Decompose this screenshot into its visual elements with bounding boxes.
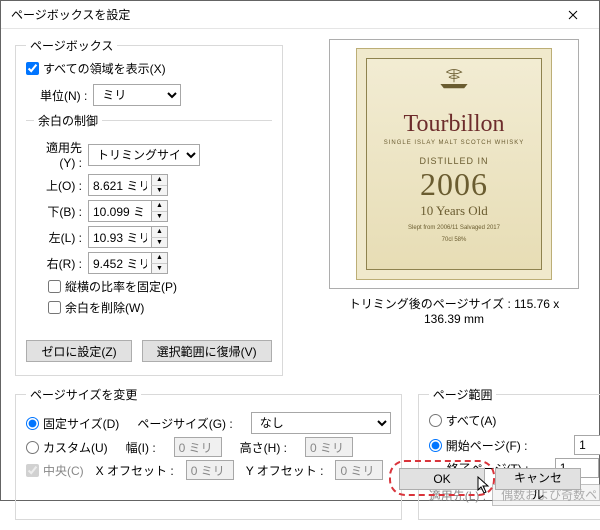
show-all-checkbox-input[interactable] [26, 62, 39, 75]
label-small2: 70cl 58% [371, 237, 537, 243]
fixed-size-radio[interactable]: 固定サイズ(D) [26, 415, 119, 432]
all-pages-radio[interactable]: すべて(A) [429, 412, 497, 429]
label-tag: SINGLE ISLAY MALT SCOTCH WHISKY [371, 140, 537, 146]
show-all-checkbox[interactable]: すべての領域を表示(X) [26, 60, 166, 77]
page-range-legend: ページ範囲 [429, 386, 497, 403]
page-boxes-legend: ページボックス [26, 37, 117, 54]
revert-button[interactable]: 選択範囲に復帰(V) [142, 340, 272, 362]
width-label: 幅(I) : [126, 439, 156, 456]
remove-margin-checkbox[interactable]: 余白を削除(W) [48, 299, 262, 316]
ok-button[interactable]: OK [399, 468, 485, 490]
zero-button[interactable]: ゼロに設定(Z) [26, 340, 131, 362]
start-page-radio[interactable]: 開始ページ(F) : [429, 437, 528, 454]
preview-box: Tourbillon SINGLE ISLAY MALT SCOTCH WHIS… [329, 39, 579, 289]
label-distilled: DISTILLED IN [371, 156, 537, 166]
yoffset-input[interactable] [335, 460, 383, 480]
height-label: 高さ(H) : [240, 439, 287, 456]
chevron-up-icon[interactable]: ▲ [151, 227, 167, 238]
constrain-checkbox-input[interactable] [48, 280, 61, 293]
left-label: 左(L) : [34, 229, 82, 246]
chevron-down-icon[interactable]: ▼ [151, 212, 167, 222]
chevron-up-icon[interactable]: ▲ [151, 201, 167, 212]
margin-group: 余白の制御 適用先(Y) : トリミングサイズ 上(O) : ▲▼ 下(B) : [26, 112, 272, 330]
page-boxes-group: ページボックス すべての領域を表示(X) 単位(N) : ミリ 余白の制御 適用… [15, 37, 283, 376]
custom-radio-input[interactable] [26, 441, 39, 454]
change-size-group: ページサイズを変更 固定サイズ(D) ページサイズ(G) : なし カスタム(U… [15, 386, 402, 520]
close-icon[interactable] [551, 2, 595, 28]
chevron-up-icon[interactable]: ▲ [151, 175, 167, 186]
bottom-label: 下(B) : [34, 203, 82, 220]
chevron-down-icon[interactable]: ▼ [151, 186, 167, 196]
right-label: 右(R) : [34, 255, 82, 272]
bottom-spinner[interactable]: ▲▼ [88, 200, 168, 222]
width-input[interactable] [174, 437, 222, 457]
remove-margin-checkbox-input[interactable] [48, 301, 61, 314]
start-page-radio-input[interactable] [429, 439, 442, 452]
label-small1: Slept from 2006/11 Salvaged 2017 [371, 225, 537, 231]
window-title: ページボックスを設定 [11, 6, 551, 23]
preview-panel: Tourbillon SINGLE ISLAY MALT SCOTCH WHIS… [329, 39, 579, 326]
apply-to-select[interactable]: トリミングサイズ [88, 144, 200, 166]
right-input[interactable] [89, 253, 151, 273]
xoffset-label: X オフセット : [96, 462, 174, 479]
height-input[interactable] [305, 437, 353, 457]
right-spinner[interactable]: ▲▼ [88, 252, 168, 274]
bottom-input[interactable] [89, 201, 151, 221]
label-year: 2006 [371, 166, 537, 203]
change-size-legend: ページサイズを変更 [26, 386, 141, 403]
top-label: 上(O) : [34, 177, 82, 194]
margin-legend: 余白の制御 [34, 112, 102, 129]
page-size-label: ページサイズ(G) : [137, 415, 232, 432]
left-input[interactable] [89, 227, 151, 247]
custom-radio[interactable]: カスタム(U) [26, 439, 108, 456]
ship-icon [437, 67, 471, 89]
start-page-input[interactable] [574, 435, 600, 455]
label-brand: Tourbillon [371, 111, 537, 138]
trim-size-label: トリミング後のページサイズ : 115.76 x 136.39 mm [329, 295, 579, 326]
chevron-down-icon[interactable]: ▼ [151, 238, 167, 248]
yoffset-label: Y オフセット : [246, 462, 324, 479]
cancel-button[interactable]: キャンセル [495, 468, 581, 490]
page-size-select[interactable]: なし [251, 412, 391, 434]
left-spinner[interactable]: ▲▼ [88, 226, 168, 248]
label-age: 10 Years Old [371, 203, 537, 219]
constrain-checkbox[interactable]: 縦横の比率を固定(P) [48, 278, 262, 295]
top-spinner[interactable]: ▲▼ [88, 174, 168, 196]
apply-to-label: 適用先(Y) : [34, 139, 82, 170]
preview-sheet: Tourbillon SINGLE ISLAY MALT SCOTCH WHIS… [356, 48, 552, 280]
chevron-down-icon[interactable]: ▼ [151, 264, 167, 274]
all-pages-radio-input[interactable] [429, 414, 442, 427]
titlebar: ページボックスを設定 [1, 1, 599, 29]
fixed-size-radio-input[interactable] [26, 417, 39, 430]
top-input[interactable] [89, 175, 151, 195]
xoffset-input[interactable] [186, 460, 234, 480]
unit-label: 単位(N) : [40, 87, 87, 104]
page-range-group: ページ範囲 すべて(A) 開始ページ(F) : 終了ページ(T) : / 1 [418, 386, 600, 520]
center-checkbox[interactable]: 中央(C) [26, 462, 84, 479]
unit-select[interactable]: ミリ [93, 84, 181, 106]
chevron-up-icon[interactable]: ▲ [151, 253, 167, 264]
dialog-footer: OK キャンセル [399, 468, 581, 490]
dialog-window: ページボックスを設定 ページボックス すべての領域を表示(X) 単位(N) : … [0, 0, 600, 501]
center-checkbox-input[interactable] [26, 464, 39, 477]
